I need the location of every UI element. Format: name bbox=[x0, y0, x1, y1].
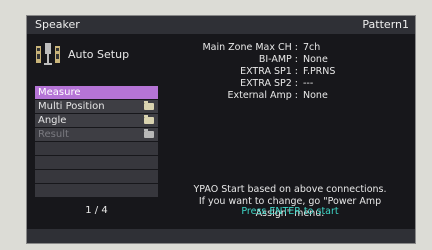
pattern-label: Pattern1 bbox=[362, 18, 409, 31]
bottom-bar bbox=[27, 229, 415, 243]
menu-item-label: Result bbox=[38, 129, 69, 140]
info-value: --- bbox=[303, 78, 314, 89]
folder-icon bbox=[144, 129, 154, 138]
info-row: Main Zone Max CH : 7ch bbox=[177, 42, 411, 54]
info-row: EXTRA SP2 : --- bbox=[177, 78, 411, 90]
folder-icon bbox=[144, 115, 154, 124]
side-menu: Measure Multi Position Angle Result bbox=[35, 86, 158, 198]
menu-item-label: Multi Position bbox=[38, 101, 105, 112]
info-value: F.PRNS bbox=[303, 66, 336, 77]
menu-item-measure[interactable]: Measure bbox=[35, 86, 158, 99]
info-label: Main Zone Max CH : bbox=[202, 42, 298, 53]
info-label: External Amp : bbox=[227, 90, 298, 101]
info-label: EXTRA SP2 : bbox=[240, 78, 298, 89]
auto-setup-header: Auto Setup bbox=[35, 42, 165, 70]
screen: Speaker Pattern1 Auto Setup Measure Mult… bbox=[26, 15, 416, 244]
info-row: EXTRA SP1 : F.PRNS bbox=[177, 66, 411, 78]
screen-title: Speaker bbox=[35, 18, 80, 31]
menu-empty-slot bbox=[35, 156, 158, 169]
info-value: None bbox=[303, 54, 328, 65]
connection-info: Main Zone Max CH : 7ch BI-AMP : None EXT… bbox=[177, 42, 411, 102]
menu-item-angle[interactable]: Angle bbox=[35, 114, 158, 127]
info-label: EXTRA SP1 : bbox=[240, 66, 298, 77]
info-row: External Amp : None bbox=[177, 90, 411, 102]
page-indicator: 1 / 4 bbox=[85, 205, 108, 216]
menu-empty-slot bbox=[35, 170, 158, 183]
speaker-setup-icon bbox=[35, 42, 61, 66]
info-value: 7ch bbox=[303, 42, 321, 53]
folder-icon bbox=[144, 101, 154, 110]
message-line: YPAO Start based on above connections. bbox=[193, 184, 387, 195]
menu-item-label: Measure bbox=[38, 87, 81, 98]
info-value: None bbox=[303, 90, 328, 101]
info-label: BI-AMP : bbox=[258, 54, 298, 65]
press-enter-prompt[interactable]: Press ENTER to start bbox=[167, 206, 413, 217]
title-bar: Speaker Pattern1 bbox=[27, 16, 415, 34]
menu-item-label: Angle bbox=[38, 115, 67, 126]
info-row: BI-AMP : None bbox=[177, 54, 411, 66]
menu-empty-slot bbox=[35, 184, 158, 197]
menu-item-result: Result bbox=[35, 128, 158, 141]
auto-setup-label: Auto Setup bbox=[68, 48, 130, 61]
menu-empty-slot bbox=[35, 142, 158, 155]
menu-item-multi-position[interactable]: Multi Position bbox=[35, 100, 158, 113]
